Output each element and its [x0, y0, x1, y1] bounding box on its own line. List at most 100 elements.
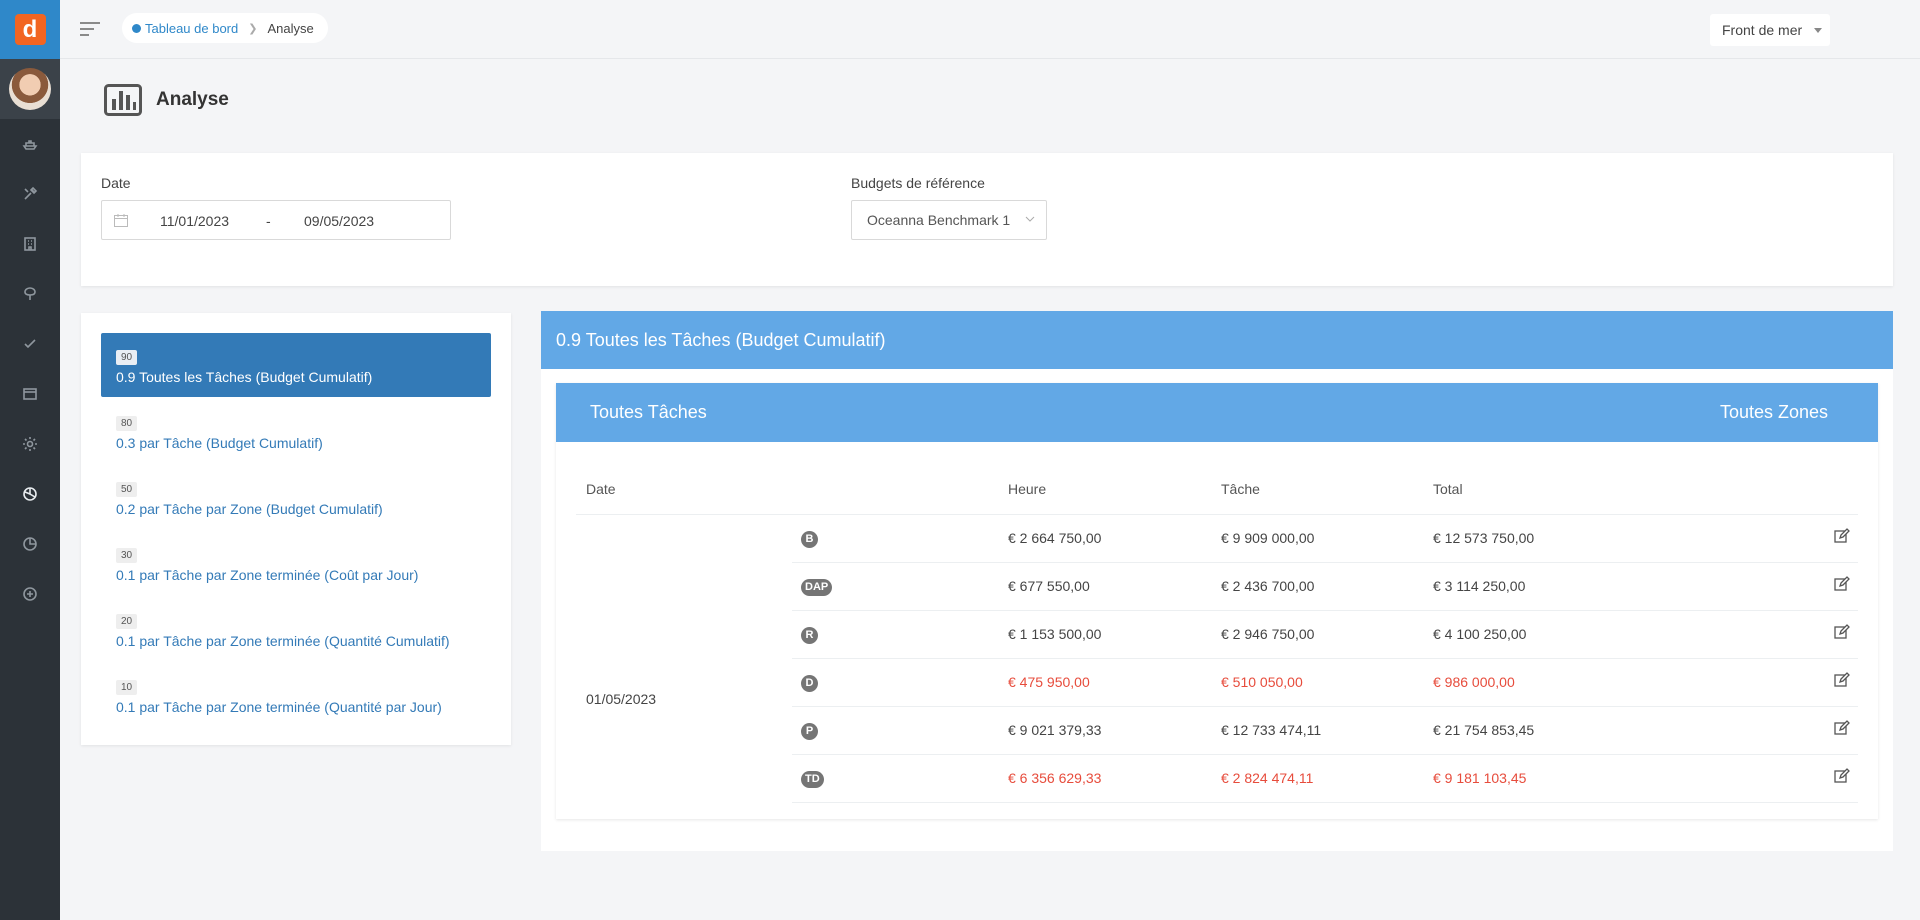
app-logo[interactable]: d	[0, 0, 60, 59]
cell-tache: € 12 733 474,11	[1221, 722, 1322, 738]
chevron-right-icon: ❯	[248, 22, 258, 35]
code-badge: D	[801, 675, 818, 692]
row-date: 01/05/2023	[586, 691, 657, 707]
report-badge: 80	[116, 416, 138, 431]
cell-tache: € 9 909 000,00	[1221, 530, 1315, 546]
sidebar-item-add[interactable]	[0, 569, 60, 619]
sidebar-item-calendar[interactable]	[0, 369, 60, 419]
cell-tache: € 2 946 750,00	[1221, 626, 1315, 642]
date-separator: -	[266, 213, 271, 229]
report-card: Toutes Tâches Toutes Zones Date Heure Tâ…	[556, 383, 1878, 819]
report-badge: 90	[116, 350, 138, 365]
report-badge: 30	[116, 548, 138, 563]
report-item-90[interactable]: 90 0.9 Toutes les Tâches (Budget Cumulat…	[101, 333, 491, 397]
cell-tache: € 510 050,00	[1221, 674, 1303, 690]
table-header: Date Heure Tâche Total	[576, 467, 1858, 515]
calendar-icon	[114, 214, 128, 227]
gear-icon	[23, 437, 37, 451]
breadcrumb-home[interactable]: Tableau de bord	[132, 21, 238, 36]
cell-tache: € 2 824 474,11	[1221, 770, 1314, 786]
report-panel: 0.9 Toutes les Tâches (Budget Cumulatif)…	[541, 311, 1893, 851]
edit-icon[interactable]	[1834, 576, 1850, 592]
sidebar: d	[0, 0, 60, 920]
code-badge: P	[801, 723, 818, 740]
report-item-80[interactable]: 80 0.3 par Tâche (Budget Cumulatif)	[101, 399, 491, 463]
date-start-input[interactable]: 11/01/2023	[160, 213, 229, 229]
code-badge: B	[801, 531, 818, 548]
cell-total: € 21 754 853,45	[1433, 722, 1535, 738]
edit-icon[interactable]	[1834, 672, 1850, 688]
logo-mark: d	[14, 14, 46, 45]
table-row: DAP € 677 550,00 € 2 436 700,00 € 3 114 …	[792, 563, 1858, 611]
page-title-area: Analyse	[104, 84, 229, 116]
sidebar-item-building[interactable]	[0, 219, 60, 269]
code-badge: DAP	[801, 579, 833, 596]
report-badge: 20	[116, 614, 138, 629]
edit-icon[interactable]	[1834, 624, 1850, 640]
cell-total: € 3 114 250,00	[1433, 578, 1526, 594]
table-row: B € 2 664 750,00 € 9 909 000,00 € 12 573…	[792, 515, 1858, 563]
report-item-10[interactable]: 10 0.1 par Tâche par Zone terminée (Quan…	[101, 663, 491, 727]
report-label: 0.1 par Tâche par Zone terminée (Coût pa…	[116, 567, 419, 583]
report-badge: 10	[116, 680, 138, 695]
code-badge: R	[801, 627, 818, 644]
code-badge: TD	[801, 771, 824, 788]
sidebar-item-reports[interactable]	[0, 519, 60, 569]
cell-total: € 9 181 103,45	[1433, 770, 1527, 786]
report-label: 0.2 par Tâche par Zone (Budget Cumulatif…	[116, 501, 383, 517]
cell-heure: € 6 356 629,33	[1008, 770, 1102, 786]
budget-select[interactable]: Oceanna Benchmark 1	[851, 200, 1047, 240]
report-item-20[interactable]: 20 0.1 par Tâche par Zone terminée (Quan…	[101, 597, 491, 661]
edit-icon[interactable]	[1834, 768, 1850, 784]
pie-icon	[23, 537, 37, 551]
sidebar-item-analytics[interactable]	[0, 469, 60, 519]
cell-total: € 12 573 750,00	[1433, 530, 1535, 546]
sidebar-item-boat[interactable]	[0, 119, 60, 169]
page-title: Analyse	[156, 89, 229, 110]
report-item-30[interactable]: 30 0.1 par Tâche par Zone terminée (Coût…	[101, 531, 491, 595]
table-row: R € 1 153 500,00 € 2 946 750,00 € 4 100 …	[792, 611, 1858, 659]
plus-circle-icon	[23, 587, 37, 601]
col-heure: Heure	[1008, 481, 1047, 497]
dashboard-icon	[132, 23, 141, 33]
report-scope-bar: Toutes Tâches Toutes Zones	[556, 383, 1878, 442]
menu-toggle-icon[interactable]	[80, 21, 100, 37]
cell-tache: € 2 436 700,00	[1221, 578, 1315, 594]
cell-heure: € 475 950,00	[1008, 674, 1090, 690]
date-range-picker[interactable]: 11/01/2023 - 09/05/2023	[101, 200, 451, 240]
table-row: P € 9 021 379,33 € 12 733 474,11 € 21 75…	[792, 707, 1858, 755]
table-row: D € 475 950,00 € 510 050,00 € 986 000,00	[792, 659, 1858, 707]
check-icon	[24, 339, 36, 349]
breadcrumb-home-label: Tableau de bord	[145, 20, 239, 36]
report-item-50[interactable]: 50 0.2 par Tâche par Zone (Budget Cumula…	[101, 465, 491, 529]
sidebar-avatar[interactable]	[0, 59, 60, 119]
report-badge: 50	[116, 482, 138, 497]
report-list: 90 0.9 Toutes les Tâches (Budget Cumulat…	[81, 313, 511, 745]
top-header: Tableau de bord ❯ Analyse Front de mer	[60, 0, 1920, 59]
table-row: TD € 6 356 629,33 € 2 824 474,11 € 9 181…	[792, 755, 1858, 803]
sidebar-item-tools[interactable]	[0, 169, 60, 219]
chart-pie-icon	[23, 487, 37, 501]
budget-select-value: Oceanna Benchmark 1	[867, 212, 1011, 228]
date-end-input[interactable]: 09/05/2023	[304, 213, 374, 229]
calendar-icon	[23, 388, 37, 400]
sidebar-item-settings[interactable]	[0, 419, 60, 469]
edit-icon[interactable]	[1834, 720, 1850, 736]
report-label: 0.9 Toutes les Tâches (Budget Cumulatif)	[116, 369, 373, 385]
report-label: 0.1 par Tâche par Zone terminée (Quantit…	[116, 633, 450, 649]
report-title: 0.9 Toutes les Tâches (Budget Cumulatif)	[541, 311, 1893, 369]
cell-heure: € 2 664 750,00	[1008, 530, 1102, 546]
report-label: 0.3 par Tâche (Budget Cumulatif)	[116, 435, 323, 451]
sidebar-item-tree[interactable]	[0, 269, 60, 319]
cell-heure: € 9 021 379,33	[1008, 722, 1102, 738]
col-date: Date	[586, 481, 616, 497]
cell-total: € 986 000,00	[1433, 674, 1515, 690]
breadcrumb-current: Analyse	[267, 20, 314, 36]
sidebar-item-tasks[interactable]	[0, 319, 60, 369]
edit-icon[interactable]	[1834, 528, 1850, 544]
site-select[interactable]: Front de mer	[1710, 14, 1830, 46]
chevron-down-icon	[1025, 216, 1035, 222]
site-select-value: Front de mer	[1722, 22, 1803, 38]
tools-icon	[24, 186, 38, 200]
bar-chart-icon	[104, 84, 142, 116]
